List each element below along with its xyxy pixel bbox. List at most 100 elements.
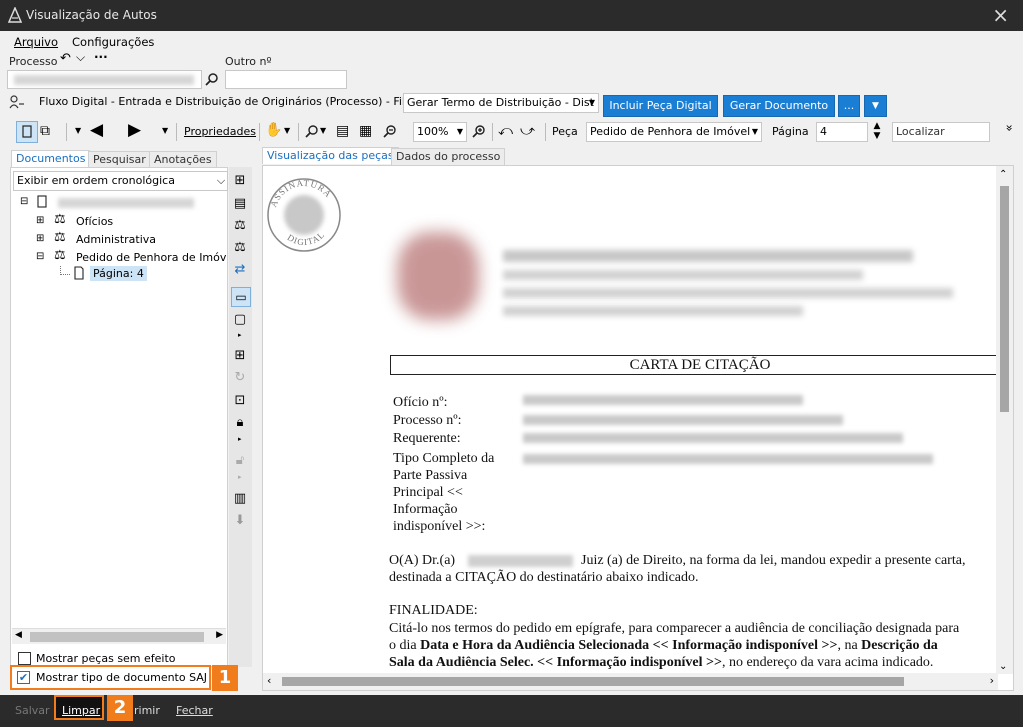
scroll-left-icon[interactable]: ◀ bbox=[15, 630, 22, 640]
fin2-d: Descrição da bbox=[861, 638, 938, 653]
fila-select[interactable]: Gerar Termo de Distribuição - Dist ▼ bbox=[403, 93, 599, 113]
more-icon[interactable]: ··· bbox=[94, 50, 108, 64]
localizar-placeholder: Localizar bbox=[896, 125, 945, 138]
zoom-out-icon[interactable] bbox=[383, 124, 397, 138]
pagina-value: 4 bbox=[820, 125, 827, 138]
rotate-left-icon[interactable]: ⤺ bbox=[498, 121, 513, 141]
fechar-button[interactable]: Fechar bbox=[176, 701, 213, 721]
mostrar-pecas-checkbox[interactable] bbox=[18, 652, 31, 665]
mostrar-tipo-checkbox[interactable]: ✔ bbox=[17, 671, 30, 684]
imprimir-button[interactable]: rimir bbox=[134, 701, 160, 721]
layout-icon[interactable]: ⧉ bbox=[40, 121, 50, 141]
app-logo-icon bbox=[8, 7, 22, 23]
tab-documentos[interactable]: Documentos bbox=[11, 150, 91, 167]
overflow-icon[interactable]: » bbox=[1003, 124, 1017, 131]
document-viewer[interactable]: ASSINATURA DIGITAL CARTA DE CITAÇÃO Ofíc… bbox=[262, 165, 1014, 691]
header-line-redacted bbox=[503, 250, 913, 262]
search-icon[interactable] bbox=[205, 72, 219, 86]
fin2-c: , na bbox=[837, 638, 862, 653]
scroll-thumb[interactable] bbox=[282, 677, 904, 686]
tree-item-page[interactable]: Página: 4 bbox=[90, 266, 147, 281]
document-heading: CARTA DE CITAÇÃO bbox=[390, 355, 1010, 375]
rotate-right-icon[interactable]: ⤻ bbox=[520, 121, 535, 141]
dropdown-icon[interactable]: ▼ bbox=[284, 121, 290, 141]
para1-end: destinada a CITAÇÃO do destinatário abai… bbox=[389, 570, 699, 585]
localizar-input[interactable]: Localizar bbox=[892, 122, 990, 142]
fin3-a: Sala da Audiência Selec. << Informação i… bbox=[389, 655, 722, 670]
expand-icon[interactable]: ⊞ bbox=[36, 215, 44, 226]
horizontal-scrollbar[interactable]: ◀ ▶ bbox=[12, 628, 226, 644]
next-icon[interactable]: ▶ bbox=[128, 120, 141, 140]
scroll-up-icon[interactable]: ⌃ bbox=[999, 169, 1007, 180]
value-redacted bbox=[523, 454, 933, 464]
horizontal-scrollbar[interactable]: ‹ › bbox=[263, 673, 998, 690]
stamp-icon[interactable]: ⚖ bbox=[230, 217, 250, 235]
scroll-thumb[interactable] bbox=[1000, 186, 1009, 412]
pagina-input[interactable]: 4 bbox=[816, 122, 868, 142]
scroll-left-icon[interactable]: ‹ bbox=[267, 674, 271, 687]
pagina-stepper[interactable]: ▲ ▼ bbox=[871, 121, 883, 141]
salvar-button[interactable]: Salvar bbox=[15, 701, 50, 721]
compare-icon[interactable]: ⇄ bbox=[230, 261, 250, 279]
outro-label: Outro nº bbox=[225, 55, 272, 68]
menu-configuracoes[interactable]: Configurações bbox=[72, 35, 154, 49]
scroll-down-icon[interactable]: ⌄ bbox=[999, 661, 1007, 672]
gerar-documento-button[interactable]: Gerar Documento bbox=[723, 95, 835, 117]
dropdown-icon[interactable]: ▼ bbox=[162, 121, 168, 141]
document-icon bbox=[37, 195, 47, 208]
list-icon[interactable]: ▤ bbox=[230, 195, 250, 213]
delete-stamp-icon[interactable]: ⚖ bbox=[230, 239, 250, 257]
vertical-scrollbar[interactable]: ⌃ ⌄ bbox=[996, 166, 1013, 674]
undo-icon[interactable]: ↶ bbox=[60, 51, 71, 66]
caret-icon[interactable]: ▸ bbox=[238, 331, 242, 339]
peca-select[interactable]: Pedido de Penhora de Imóvel ▼ bbox=[586, 122, 762, 142]
zoom-select[interactable]: 100% ▼ bbox=[413, 122, 467, 142]
order-value: Exibir em ordem cronológica bbox=[17, 174, 175, 187]
tab-visualizacao[interactable]: Visualização das peças bbox=[262, 147, 399, 164]
dropdown-icon[interactable]: ⌵ bbox=[76, 50, 85, 65]
more-options-button[interactable]: ... bbox=[838, 95, 860, 117]
tab-anotacoes[interactable]: Anotações bbox=[149, 151, 217, 168]
chevron-down-icon: ▼ bbox=[751, 127, 759, 136]
field-oficio: Ofício nº: bbox=[393, 395, 448, 410]
barcode-icon[interactable]: ▥ bbox=[230, 490, 250, 508]
outro-input[interactable] bbox=[225, 70, 347, 89]
tree-item-oficios[interactable]: Ofícios bbox=[76, 215, 113, 228]
zoom-in-icon[interactable] bbox=[472, 124, 486, 138]
note-list-icon[interactable]: ▢ bbox=[230, 311, 250, 329]
lock-icon[interactable]: 🔒︎ bbox=[230, 414, 250, 432]
menu-arquivo[interactable]: Arquivo bbox=[14, 35, 58, 49]
incluir-peca-button[interactable]: Incluir Peça Digital bbox=[603, 95, 718, 117]
toggle-tree-button[interactable] bbox=[16, 121, 38, 143]
collapse-icon[interactable]: ⊟ bbox=[20, 196, 28, 207]
dropdown-icon[interactable]: ▼ bbox=[320, 121, 326, 141]
dropdown-icon[interactable]: ▼ bbox=[75, 121, 81, 141]
close-icon[interactable]: × bbox=[992, 5, 1009, 25]
expand-icon[interactable]: ⊞ bbox=[36, 233, 44, 244]
add-note-icon[interactable]: ⊞ bbox=[230, 347, 250, 365]
tree-item-pedido[interactable]: Pedido de Penhora de Imóvel bbox=[76, 251, 226, 264]
value-redacted bbox=[523, 433, 903, 443]
fit-width-icon[interactable]: ▤ bbox=[336, 121, 349, 141]
hand-icon[interactable]: ✋ bbox=[265, 120, 282, 140]
previous-icon[interactable]: ◀ bbox=[90, 120, 103, 140]
field-tipo-4: Informação bbox=[393, 502, 458, 517]
note-icon[interactable]: ▭ bbox=[231, 287, 251, 307]
order-select[interactable]: Exibir em ordem cronológica ⌵ bbox=[13, 171, 228, 191]
zoom-icon[interactable] bbox=[305, 124, 319, 138]
fluxo-menu-button[interactable]: ▼ bbox=[864, 95, 887, 117]
tab-pesquisar[interactable]: Pesquisar bbox=[88, 151, 151, 168]
scroll-right-icon[interactable]: ▶ bbox=[216, 630, 223, 640]
propriedades-button[interactable]: Propriedades bbox=[184, 125, 256, 138]
collapse-icon[interactable]: ⊟ bbox=[36, 251, 44, 262]
tree-item-administrativa[interactable]: Administrativa bbox=[76, 233, 156, 246]
scroll-right-icon[interactable]: › bbox=[990, 674, 994, 687]
processo-input[interactable] bbox=[7, 70, 202, 89]
fit-page-icon[interactable]: ▦ bbox=[359, 121, 372, 141]
caret-icon[interactable]: ▸ bbox=[238, 435, 242, 443]
limpar-button[interactable]: Limpar bbox=[62, 701, 100, 721]
tab-dados[interactable]: Dados do processo bbox=[391, 148, 506, 165]
scroll-thumb[interactable] bbox=[30, 632, 204, 642]
tree-view-icon[interactable]: ⊞ bbox=[230, 172, 250, 190]
expand-view-icon[interactable]: ⊡ bbox=[230, 392, 250, 410]
